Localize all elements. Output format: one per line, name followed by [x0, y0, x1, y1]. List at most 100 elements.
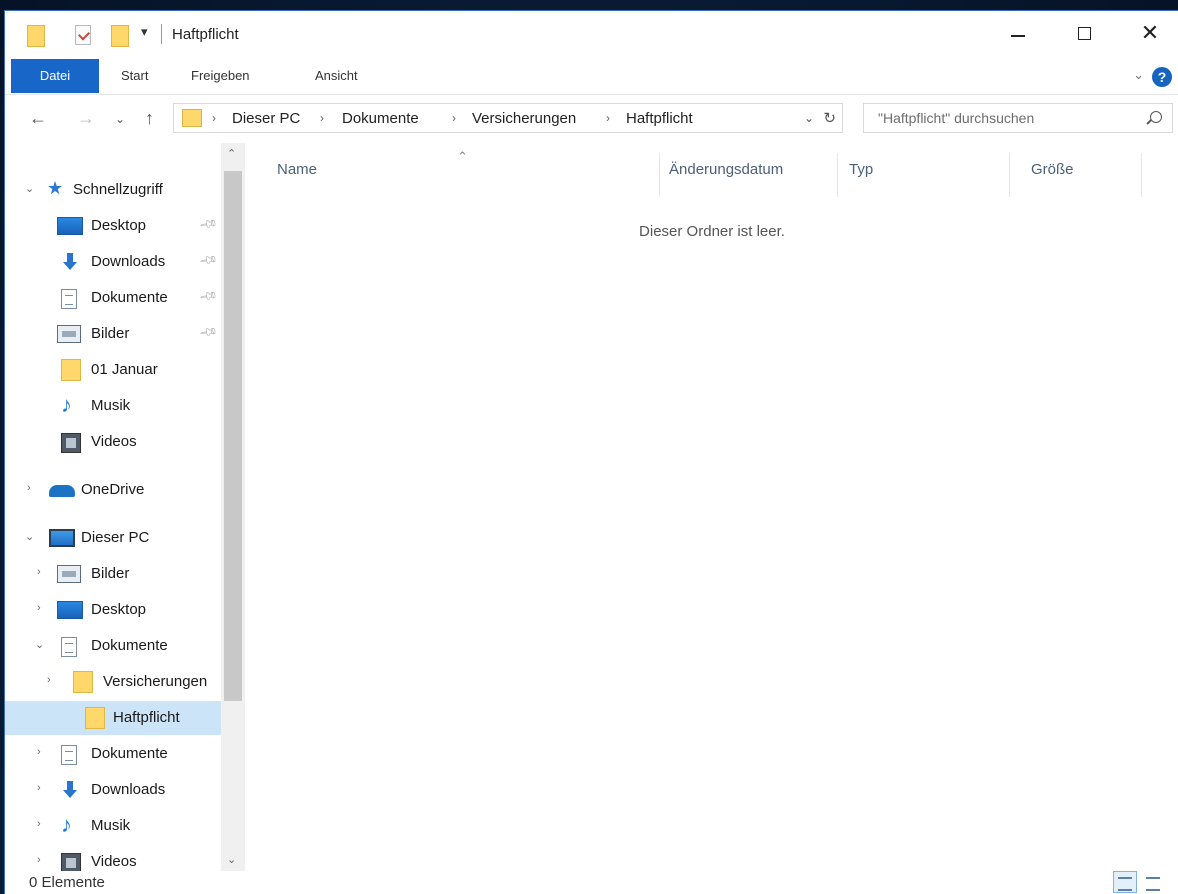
properties-icon[interactable] — [75, 25, 91, 45]
tree-item-dokumente[interactable]: Dokumente 📌︎ — [5, 281, 221, 315]
chevron-right-icon[interactable]: › — [37, 746, 41, 758]
scrollbar-thumb[interactable] — [224, 171, 242, 701]
tree-label: Videos — [91, 853, 137, 870]
recent-locations-button[interactable]: ⌄ — [115, 113, 125, 125]
tree-label: Bilder — [91, 565, 130, 582]
quick-access-toolbar-dropdown[interactable]: ▾ — [141, 24, 148, 40]
tree-item-pc-dokumente-2[interactable]: › Dokumente — [5, 737, 221, 771]
chevron-right-icon[interactable]: › — [37, 566, 41, 578]
desktop-icon — [57, 217, 83, 235]
refresh-icon[interactable]: ↻ — [823, 109, 836, 127]
search-box[interactable]: "Haftpflicht" durchsuchen — [863, 103, 1173, 133]
tree-item-desktop[interactable]: Desktop 📌︎ — [5, 209, 221, 243]
videos-icon — [61, 853, 81, 871]
minimize-icon — [1011, 35, 1025, 37]
folder-icon — [182, 109, 202, 127]
chevron-right-icon[interactable]: › — [37, 602, 41, 614]
pin-icon: 📌︎ — [198, 321, 219, 343]
search-input[interactable]: "Haftpflicht" durchsuchen — [878, 110, 1034, 126]
tab-freigeben[interactable]: Freigeben — [191, 59, 250, 93]
chevron-down-icon[interactable]: ⌄ — [25, 530, 34, 543]
sort-ascending-icon: ⌃ — [457, 149, 468, 164]
tree-item-pc-videos[interactable]: › Videos — [5, 845, 221, 871]
tree-item-pc-bilder[interactable]: › Bilder — [5, 557, 221, 591]
tree-label: Dokumente — [91, 637, 168, 654]
tree-item-01-januar[interactable]: 01 Januar — [5, 353, 221, 387]
chevron-down-icon[interactable]: ⌄ — [25, 182, 34, 195]
chevron-down-icon[interactable]: ⌄ — [227, 853, 236, 866]
chevron-right-icon[interactable]: › — [47, 674, 51, 686]
chevron-right-icon: › — [320, 111, 324, 125]
details-view-icon[interactable] — [1113, 871, 1137, 893]
tree-item-bilder[interactable]: Bilder 📌︎ — [5, 317, 221, 351]
window-title: Haftpflicht — [172, 26, 239, 43]
breadcrumb-versicherungen[interactable]: Versicherungen — [472, 110, 576, 127]
arrow-left-icon: ← — [29, 108, 47, 128]
pictures-icon — [57, 325, 81, 343]
column-divider[interactable] — [1009, 153, 1010, 197]
chevron-right-icon[interactable]: › — [37, 854, 41, 866]
tab-start[interactable]: Start — [121, 59, 148, 93]
tab-datei[interactable]: Datei — [11, 59, 99, 93]
tree-label: Musik — [91, 397, 131, 414]
back-button[interactable]: ← — [29, 109, 47, 127]
tree-item-musik[interactable]: ♪ Musik — [5, 389, 221, 423]
chevron-right-icon[interactable]: › — [37, 818, 41, 830]
chevron-down-icon[interactable]: ⌄ — [35, 638, 44, 651]
maximize-button[interactable] — [1061, 11, 1107, 55]
column-divider[interactable] — [837, 153, 838, 197]
tree-item-versicherungen[interactable]: › Versicherungen — [5, 665, 221, 699]
tree-item-videos[interactable]: Videos — [5, 425, 221, 459]
nav-scrollbar[interactable]: ⌃ ⌄ — [221, 143, 245, 871]
ribbon-tabs: Datei Start Freigeben Ansicht ⌄ ? — [5, 59, 1178, 95]
breadcrumb-dokumente[interactable]: Dokumente — [342, 110, 419, 127]
tree-item-downloads[interactable]: Downloads 📌︎ — [5, 245, 221, 279]
maximize-icon — [1077, 26, 1091, 40]
desktop-icon — [57, 601, 83, 619]
column-header-name[interactable]: Name — [277, 161, 317, 178]
tree-label: Versicherungen — [103, 673, 208, 690]
column-divider[interactable] — [1141, 153, 1142, 197]
expand-ribbon-icon[interactable]: ⌄ — [1133, 67, 1144, 83]
tree-item-onedrive[interactable]: › OneDrive — [5, 473, 221, 507]
up-button[interactable]: ↑ — [145, 109, 154, 127]
tab-ansicht[interactable]: Ansicht — [315, 59, 358, 93]
tree-item-haftpflicht[interactable]: Haftpflicht — [5, 701, 221, 735]
column-header-type[interactable]: Typ — [849, 161, 873, 178]
tree-item-pc-musik[interactable]: › ♪ Musik — [5, 809, 221, 843]
forward-button[interactable]: → — [77, 109, 95, 127]
downloads-icon — [63, 781, 77, 801]
column-divider[interactable] — [659, 153, 660, 197]
help-icon[interactable]: ? — [1152, 67, 1172, 87]
tree-label: Dokumente — [91, 745, 168, 762]
tree-item-pc-desktop[interactable]: › Desktop — [5, 593, 221, 627]
chevron-up-icon[interactable]: ⌃ — [227, 147, 236, 160]
chevron-right-icon[interactable]: › — [27, 482, 31, 494]
search-icon[interactable] — [1150, 111, 1162, 123]
address-bar[interactable]: › Dieser PC › Dokumente › Versicherungen… — [173, 103, 843, 133]
large-icons-view-icon[interactable] — [1141, 871, 1165, 893]
music-icon: ♪ — [61, 392, 72, 417]
folder-icon — [27, 25, 45, 47]
file-list[interactable]: ⌃ Name Änderungsdatum Typ Größe Dieser O… — [245, 143, 1178, 871]
address-history-dropdown[interactable]: ⌄ — [804, 111, 814, 125]
minimize-button[interactable] — [995, 11, 1041, 55]
tree-item-pc-downloads[interactable]: › Downloads — [5, 773, 221, 807]
documents-icon — [61, 637, 77, 657]
tree-item-dieser-pc[interactable]: ⌄ Dieser PC — [5, 521, 221, 555]
chevron-right-icon[interactable]: › — [37, 782, 41, 794]
close-button[interactable]: ✕ — [1127, 11, 1173, 55]
breadcrumb-haftpflicht[interactable]: Haftpflicht — [626, 110, 693, 127]
pin-icon: 📌︎ — [198, 249, 219, 271]
tree-item-pc-dokumente[interactable]: ⌄ Dokumente — [5, 629, 221, 663]
tree-label: Haftpflicht — [113, 709, 180, 726]
star-icon: ★ — [47, 178, 64, 198]
breadcrumb-dieser-pc[interactable]: Dieser PC — [232, 110, 300, 127]
chevron-down-icon: ⌄ — [115, 112, 126, 126]
column-header-size[interactable]: Größe — [1031, 161, 1074, 178]
new-folder-icon[interactable] — [111, 25, 129, 47]
tree-item-quick-access[interactable]: ⌄ ★ Schnellzugriff — [5, 173, 221, 207]
column-header-date[interactable]: Änderungsdatum — [669, 161, 783, 178]
downloads-icon — [63, 253, 77, 273]
pin-icon: 📌︎ — [198, 213, 219, 235]
